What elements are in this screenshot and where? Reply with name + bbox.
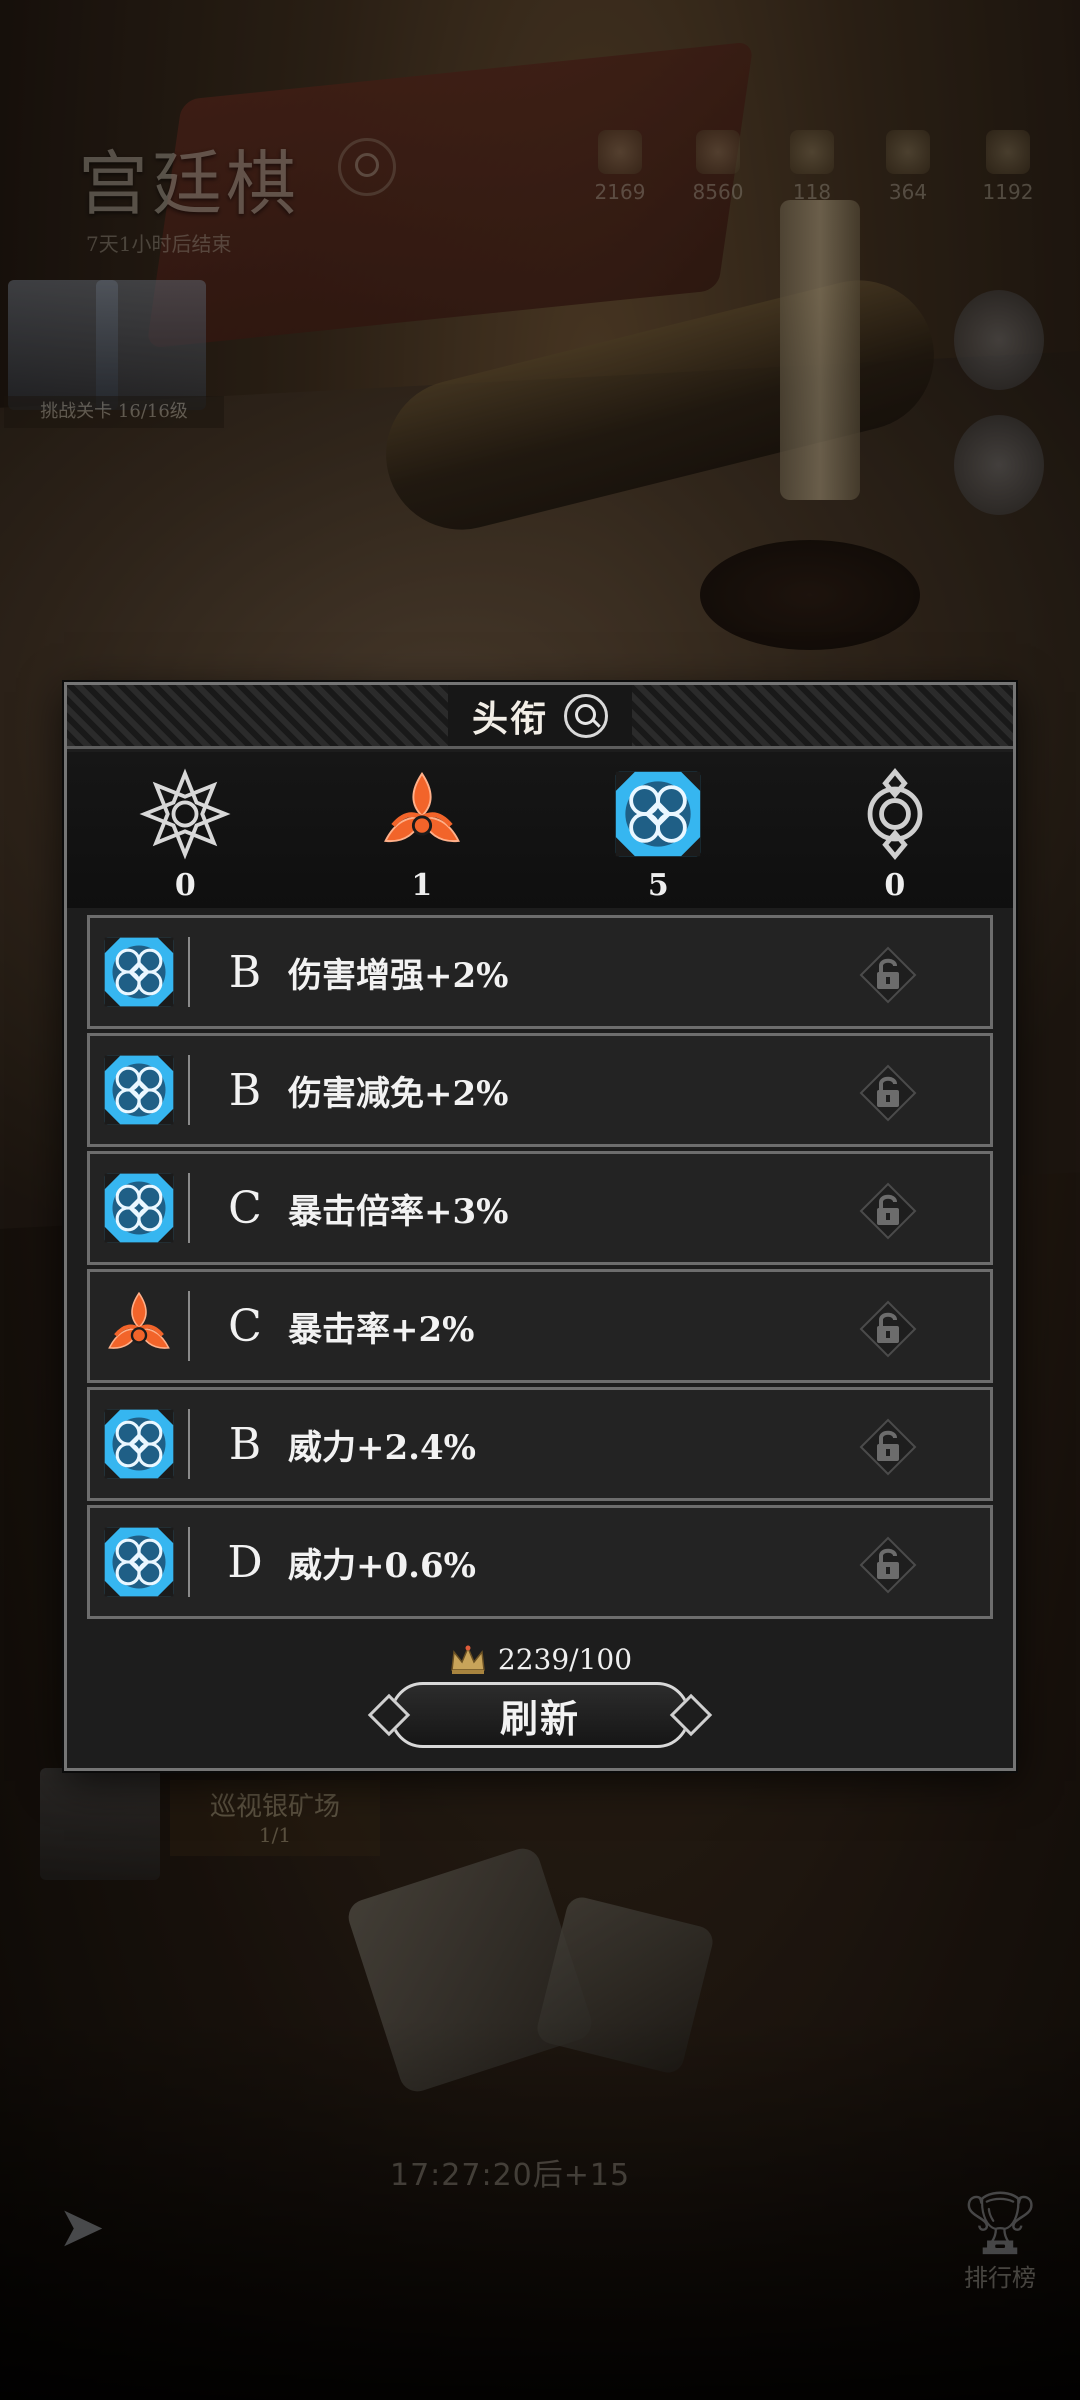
row-divider [188,1173,190,1243]
emblem-counts: 0 1 5 0 [67,752,1013,908]
panel-header-inner: 头衔 [447,685,632,746]
silver-star-emblem-icon [137,766,233,862]
row-grade: C [228,1300,262,1352]
blue-knot-emblem-icon [100,933,178,1011]
blue-knot-emblem-icon [100,1405,178,1483]
unlock-icon[interactable] [858,945,918,1005]
blue-knot-emblem-icon [100,1051,178,1129]
count-gray: 0 [777,752,1014,908]
row-divider [188,1291,190,1361]
row-emblem [90,1154,188,1262]
info-search-icon[interactable] [564,693,608,738]
blue-knot-emblem-icon [100,1169,178,1247]
row-divider [188,1527,190,1597]
gray-ring-emblem-icon [847,766,943,862]
row-emblem [90,1036,188,1144]
row-divider [188,1409,190,1479]
row-divider [188,1055,190,1125]
attribute-row[interactable]: C 暴击率+2% [87,1269,993,1383]
row-grade: B [228,946,262,998]
unlock-icon[interactable] [858,1417,918,1477]
title-attribute-list: B 伤害增强+2% B 伤害减免+2% C 暴击倍率+3% C 暴击率+2% B… [87,915,993,1623]
unlock-icon[interactable] [858,1299,918,1359]
count-gray-value: 0 [884,868,906,903]
row-emblem [90,1272,188,1380]
panel-header: 头衔 [67,685,1013,749]
blue-knot-emblem-icon [100,1523,178,1601]
orange-trefoil-emblem-icon [100,1287,178,1365]
panel-title: 头衔 [471,697,548,740]
row-emblem [90,1508,188,1616]
attribute-row[interactable]: D 威力+0.6% [87,1505,993,1619]
crown-icon [448,1644,488,1676]
title-panel: 头衔 0 1 5 0 B 伤害增强+2% B 伤害减免+2% C 暴击倍率+3%… [64,682,1016,1771]
refresh-area: 刷新 [67,1675,1013,1755]
orange-trefoil-emblem-icon [374,766,470,862]
row-emblem [90,1390,188,1498]
refresh-button[interactable]: 刷新 [390,1682,690,1748]
row-grade: B [228,1418,262,1470]
count-orange: 1 [304,752,541,908]
attribute-row[interactable]: C 暴击倍率+3% [87,1151,993,1265]
row-divider [188,937,190,1007]
unlock-icon[interactable] [858,1063,918,1123]
count-blue: 5 [540,752,777,908]
count-blue-value: 5 [647,868,669,903]
row-grade: D [227,1536,263,1588]
count-silver-value: 0 [174,868,196,903]
attribute-row[interactable]: B 伤害减免+2% [87,1033,993,1147]
attribute-row[interactable]: B 威力+2.4% [87,1387,993,1501]
refresh-cost: 2239/100 [67,1643,1013,1676]
unlock-icon[interactable] [858,1181,918,1241]
row-emblem [90,918,188,1026]
count-silver: 0 [67,752,304,908]
attribute-row[interactable]: B 伤害增强+2% [87,915,993,1029]
count-orange-value: 1 [411,868,433,903]
refresh-cost-text: 2239/100 [497,1643,633,1676]
blue-knot-emblem-icon [610,766,706,862]
row-grade: B [228,1064,262,1116]
unlock-icon[interactable] [858,1535,918,1595]
row-grade: C [228,1182,262,1234]
